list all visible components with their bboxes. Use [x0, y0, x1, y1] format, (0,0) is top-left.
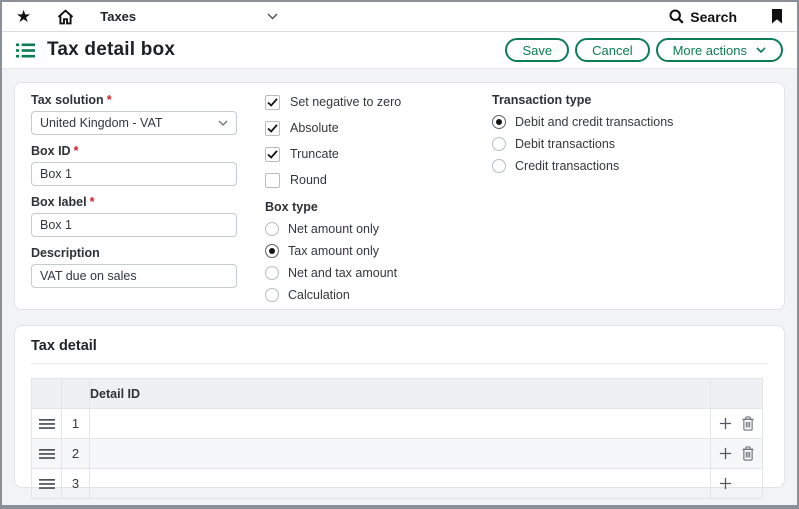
box-id-field: Box ID* — [31, 144, 237, 186]
tax-detail-card: Tax detail Detail ID — [14, 325, 785, 488]
row-number: 3 — [62, 469, 90, 499]
checkbox-checked-icon — [265, 147, 280, 162]
checkbox-round[interactable]: Round — [265, 167, 475, 193]
drag-handle-icon — [39, 479, 55, 489]
radio-icon — [265, 222, 279, 236]
add-row-icon[interactable] — [719, 477, 732, 490]
radio-icon — [265, 266, 279, 280]
detail-id-column-header: Detail ID — [90, 379, 711, 409]
radio-icon — [492, 137, 506, 151]
required-asterisk: * — [90, 195, 95, 209]
box-label-label: Box label — [31, 195, 87, 209]
favorite-star-icon[interactable]: ★ — [16, 8, 31, 25]
chevron-down-icon — [756, 47, 766, 53]
transaction-type-group: Transaction type Debit and credit transa… — [492, 93, 782, 177]
main-content: Tax solution* United Kingdom - VAT Box I… — [2, 69, 797, 488]
delete-row-icon[interactable] — [741, 446, 755, 461]
checkbox-checked-icon — [265, 95, 280, 110]
table-row: 2 — [32, 439, 763, 469]
page-title: Tax detail box — [47, 39, 175, 61]
delete-row-icon[interactable] — [741, 416, 755, 431]
radio-tax-amount-only[interactable]: Tax amount only — [265, 240, 475, 262]
row-number: 2 — [62, 439, 90, 469]
row-number: 1 — [62, 409, 90, 439]
radio-credit-transactions[interactable]: Credit transactions — [492, 155, 782, 177]
radio-net-and-tax-amount[interactable]: Net and tax amount — [265, 262, 475, 284]
add-row-icon[interactable] — [719, 417, 732, 430]
checkbox-set-negative-to-zero[interactable]: Set negative to zero — [265, 89, 475, 115]
description-label: Description — [31, 246, 100, 260]
module-nav-label: Taxes — [100, 9, 136, 24]
description-field: Description — [31, 246, 237, 288]
box-label-field: Box label* — [31, 195, 237, 237]
tax-solution-select[interactable]: United Kingdom - VAT — [31, 111, 237, 135]
table-row: 1 — [32, 409, 763, 439]
radio-selected-icon — [492, 115, 506, 129]
tax-solution-value: United Kingdom - VAT — [40, 116, 163, 130]
description-input[interactable] — [31, 264, 237, 288]
radio-icon — [492, 159, 506, 173]
checkbox-absolute[interactable]: Absolute — [265, 115, 475, 141]
search-button[interactable]: Search — [669, 9, 737, 25]
home-icon[interactable] — [57, 9, 74, 25]
radio-net-amount-only[interactable]: Net amount only — [265, 218, 475, 240]
row-drag-handle[interactable] — [32, 439, 62, 469]
detail-id-cell[interactable] — [90, 469, 711, 499]
box-label-input[interactable] — [31, 213, 237, 237]
row-drag-handle[interactable] — [32, 469, 62, 499]
tax-solution-label: Tax solution — [31, 93, 104, 107]
checkbox-truncate[interactable]: Truncate — [265, 141, 475, 167]
table-row: 3 — [32, 469, 763, 499]
add-row-icon[interactable] — [719, 447, 732, 460]
tax-solution-field: Tax solution* United Kingdom - VAT — [31, 93, 237, 135]
table-header-row: Detail ID — [32, 379, 763, 409]
detail-id-cell[interactable] — [90, 439, 711, 469]
row-number-column-header — [62, 379, 90, 409]
more-actions-button[interactable]: More actions — [656, 38, 783, 62]
row-drag-handle[interactable] — [32, 409, 62, 439]
detail-id-cell[interactable] — [90, 409, 711, 439]
module-nav-dropdown[interactable]: Taxes — [100, 9, 278, 24]
box-id-label: Box ID — [31, 144, 71, 158]
checkbox-checked-icon — [265, 121, 280, 136]
tax-detail-table: Detail ID 1 — [31, 378, 763, 499]
radio-selected-icon — [265, 244, 279, 258]
radio-debit-and-credit-transactions[interactable]: Debit and credit transactions — [492, 111, 782, 133]
search-label: Search — [690, 9, 737, 25]
save-button[interactable]: Save — [505, 38, 569, 62]
tax-detail-title: Tax detail — [31, 338, 768, 364]
app-window: ★ Taxes Search — [0, 0, 799, 509]
radio-icon — [265, 288, 279, 302]
bookmark-icon[interactable] — [771, 9, 783, 24]
search-icon — [669, 9, 684, 24]
required-asterisk: * — [107, 93, 112, 107]
chevron-down-icon — [218, 120, 228, 126]
radio-debit-transactions[interactable]: Debit transactions — [492, 133, 782, 155]
tax-box-form-card: Tax solution* United Kingdom - VAT Box I… — [14, 82, 785, 310]
checkbox-unchecked-icon — [265, 173, 280, 188]
required-asterisk: * — [74, 144, 79, 158]
box-type-group: Box type Net amount only Tax amount only… — [265, 200, 475, 306]
top-bar: ★ Taxes Search — [2, 2, 797, 32]
drag-handle-icon — [39, 419, 55, 429]
cancel-button[interactable]: Cancel — [575, 38, 649, 62]
drag-handle-icon — [39, 449, 55, 459]
box-id-input[interactable] — [31, 162, 237, 186]
chevron-down-icon — [267, 13, 278, 20]
page-header: Tax detail box Save Cancel More actions — [2, 32, 797, 69]
radio-calculation[interactable]: Calculation — [265, 284, 475, 306]
box-type-label: Box type — [265, 200, 475, 214]
drag-column-header — [32, 379, 62, 409]
record-list-icon[interactable] — [16, 43, 35, 58]
transaction-type-label: Transaction type — [492, 93, 782, 107]
actions-column-header — [711, 379, 763, 409]
